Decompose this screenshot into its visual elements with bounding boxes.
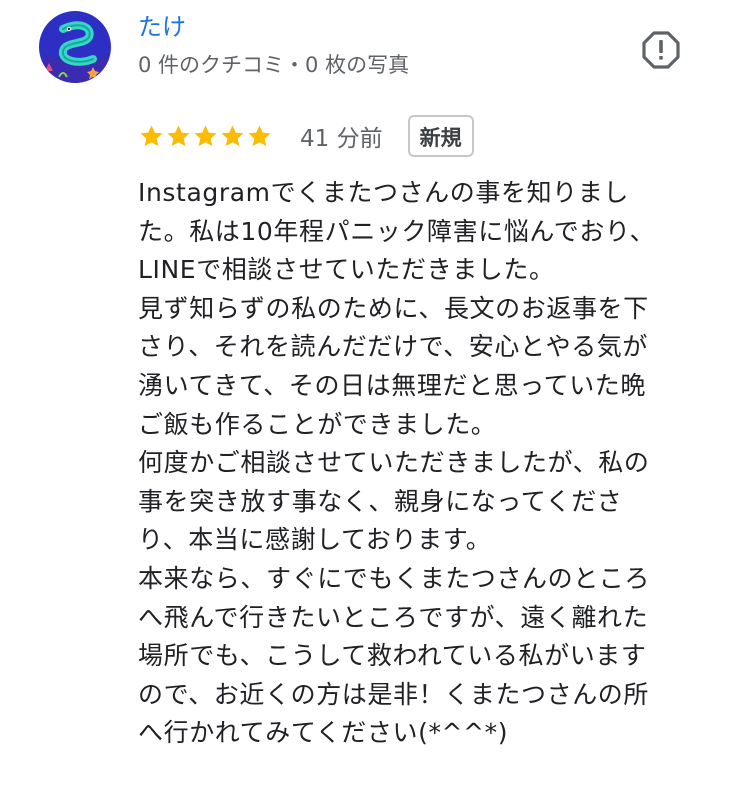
review-text-line: へ飛んで行きたいところですが、遠く離れた: [138, 602, 649, 632]
review-text-line: 湧いてきて、その日は無理だと思っていた晩: [138, 370, 647, 400]
review-text-line: 事を突き放す事なく、親身になってくださ: [138, 486, 623, 516]
review-text-line: 本来なら、すぐにでもくまたつさんのところ: [138, 563, 651, 593]
review-text-line: LINEで相談させていただきました。: [138, 255, 555, 285]
review-text-line: Instagramでくまたつさんの事を知りまし: [138, 178, 629, 207]
review-text-line: 見ず知らずの私のために、長文のお返事を下: [138, 293, 649, 323]
review-text-line: ので、お近くの方は是非！くまたつさんの所: [138, 679, 650, 709]
review-time: 41 分前: [300, 126, 383, 152]
star-icon: [167, 124, 190, 146]
new-badge: 新規: [407, 115, 474, 157]
review-text-line: た。私は10年程パニック障害に悩んでおり、: [138, 216, 656, 246]
review-text-line: り、本当に感謝しております。: [138, 525, 492, 555]
author-name[interactable]: たけ: [138, 12, 186, 42]
author-meta: 0 件のクチコミ・0 枚の写真: [138, 53, 410, 77]
review-text: Instagramでくまたつさんの事を知りまし た。私は10年程パニック障害に悩ん…: [138, 174, 728, 753]
review-text-line: さり、それを読んだだけで、安心とやる気が: [138, 332, 649, 362]
report-button[interactable]: [642, 31, 680, 69]
review-text-line: ご飯も作ることができました。: [138, 409, 497, 439]
star-icon: [248, 124, 271, 146]
review-card: たけ 0 件のクチコミ・0 枚の写真 41 分前 新規 Instagramでくま…: [0, 0, 750, 791]
review-text-line: 場所でも、こうして救われている私がいます: [138, 641, 647, 671]
eel-avatar-icon: [39, 11, 111, 83]
star-rating: [138, 123, 273, 150]
rating-row: 41 分前 新規: [138, 112, 474, 160]
star-icon: [221, 124, 244, 146]
star-icon: [140, 124, 163, 146]
report-flag-icon: [642, 31, 680, 69]
star-icon: [194, 124, 217, 146]
avatar[interactable]: [39, 11, 111, 83]
review-text-line: 何度かご相談させていただきましたが、私の: [138, 448, 650, 478]
review-text-line: へ行かれてみてください(*^^*): [138, 718, 509, 748]
